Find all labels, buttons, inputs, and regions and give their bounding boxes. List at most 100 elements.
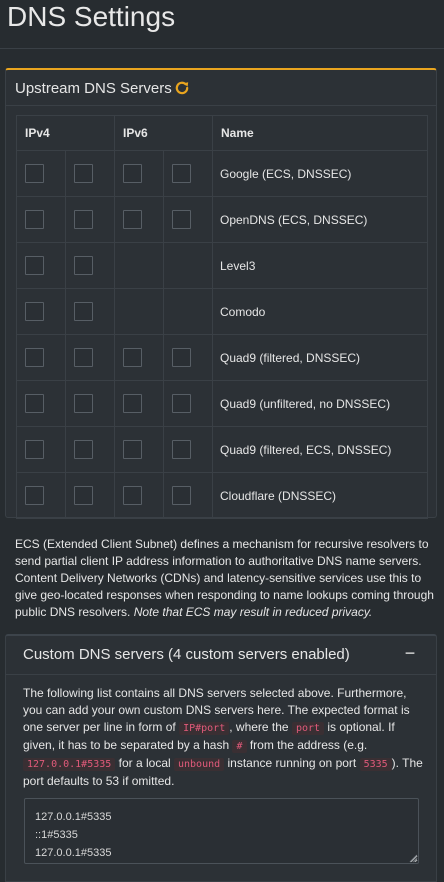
custom-dns-title[interactable]: Custom DNS servers (4 custom servers ena… — [23, 646, 350, 663]
column-header-ipv6: IPv6 — [114, 115, 213, 151]
ipv4-cell — [65, 334, 115, 381]
collapse-button[interactable]: − — [402, 643, 418, 663]
ipv6-cell — [163, 288, 213, 335]
ipv6-cell — [163, 426, 213, 473]
server-name: Cloudflare (DNSSEC) — [212, 472, 428, 519]
code-port-number: 5335 — [359, 758, 392, 771]
ipv4-checkbox[interactable] — [25, 164, 44, 183]
ipv4-cell — [16, 380, 66, 427]
ipv6-cell — [114, 288, 164, 335]
table-row: Comodo — [16, 288, 428, 335]
ipv6-checkbox[interactable] — [123, 394, 142, 413]
ipv6-checkbox[interactable] — [172, 348, 191, 367]
ipv6-cell — [114, 242, 164, 289]
table-row: Quad9 (unfiltered, no DNSSEC) — [16, 380, 428, 427]
ipv6-cell — [163, 334, 213, 381]
ipv4-checkbox[interactable] — [25, 210, 44, 229]
table-header-row: IPv4 IPv6 Name — [16, 115, 428, 151]
ipv6-checkbox[interactable] — [123, 164, 142, 183]
custom-dns-servers-textarea[interactable]: 127.0.0.1#5335 ::1#5335 127.0.0.1#5335 — [24, 798, 419, 864]
server-name: Quad9 (unfiltered, no DNSSEC) — [212, 380, 428, 427]
ipv6-cell — [114, 196, 164, 243]
upstream-servers-table: IPv4 IPv6 Name Google (ECS, DNSSEC) OpenD… — [16, 115, 428, 519]
code-port: port — [291, 722, 325, 735]
desc-text-4: from the address (e.g. — [246, 738, 368, 752]
ipv4-cell — [65, 196, 115, 243]
ipv6-checkbox[interactable] — [172, 440, 191, 459]
ecs-description: ECS (Extended Client Subnet) defines a m… — [15, 536, 437, 621]
server-name: Google (ECS, DNSSEC) — [212, 150, 428, 197]
desc-text-6: instance running on port — [224, 756, 360, 770]
ipv4-cell — [16, 472, 66, 519]
ipv4-cell — [16, 334, 66, 381]
table-row: Google (ECS, DNSSEC) — [16, 150, 428, 197]
server-name: Level3 — [212, 242, 428, 289]
desc-text-2: , where the — [229, 720, 292, 734]
column-header-name: Name — [212, 115, 428, 151]
ipv4-checkbox[interactable] — [25, 394, 44, 413]
desc-text-5: for a local — [115, 756, 174, 770]
ipv4-cell — [65, 288, 115, 335]
ipv6-checkbox[interactable] — [172, 486, 191, 505]
custom-box-divider — [6, 674, 436, 675]
ipv4-checkbox[interactable] — [74, 348, 93, 367]
ipv6-cell — [163, 150, 213, 197]
ipv6-cell — [114, 380, 164, 427]
ipv4-cell — [65, 242, 115, 289]
ecs-privacy-note: Note that ECS may result in reduced priv… — [133, 605, 373, 619]
ipv4-checkbox[interactable] — [74, 440, 93, 459]
ipv6-checkbox[interactable] — [123, 210, 142, 229]
column-header-ipv4: IPv4 — [16, 115, 115, 151]
upstream-dns-title: Upstream DNS Servers — [15, 80, 172, 97]
page-title: DNS Settings — [7, 1, 176, 32]
table-row: OpenDNS (ECS, DNSSEC) — [16, 196, 428, 243]
table-row: Level3 — [16, 242, 428, 289]
code-unbound: unbound — [174, 758, 225, 771]
server-name: Comodo — [212, 288, 428, 335]
ipv6-checkbox[interactable] — [123, 440, 142, 459]
ipv4-cell — [65, 426, 115, 473]
ipv6-cell — [114, 426, 164, 473]
resize-handle-icon[interactable] — [409, 854, 418, 863]
server-name: OpenDNS (ECS, DNSSEC) — [212, 196, 428, 243]
ipv6-cell — [114, 472, 164, 519]
ipv6-checkbox[interactable] — [172, 164, 191, 183]
ipv4-cell — [65, 380, 115, 427]
ipv6-cell — [114, 334, 164, 381]
ipv6-checkbox[interactable] — [172, 394, 191, 413]
server-name: Quad9 (filtered, DNSSEC) — [212, 334, 428, 381]
ipv6-cell — [163, 196, 213, 243]
custom-dns-box: Custom DNS servers (4 custom servers ena… — [5, 634, 437, 882]
custom-dns-description: The following list contains all DNS serv… — [23, 685, 427, 790]
title-divider — [0, 48, 444, 49]
server-name: Quad9 (filtered, ECS, DNSSEC) — [212, 426, 428, 473]
table-row: Quad9 (filtered, DNSSEC) — [16, 334, 428, 381]
box-header-divider — [6, 105, 436, 106]
ipv4-cell — [16, 196, 66, 243]
ipv6-cell — [163, 242, 213, 289]
ipv4-cell — [16, 242, 66, 289]
ipv6-checkbox[interactable] — [172, 210, 191, 229]
ipv4-checkbox[interactable] — [74, 302, 93, 321]
upstream-dns-box: Upstream DNS Servers IPv4 IPv6 Name Goog… — [5, 68, 437, 519]
ipv4-checkbox[interactable] — [25, 348, 44, 367]
ipv6-checkbox[interactable] — [123, 486, 142, 505]
ipv4-checkbox[interactable] — [74, 256, 93, 275]
table-row: Cloudflare (DNSSEC) — [16, 472, 428, 519]
ipv4-checkbox[interactable] — [25, 302, 44, 321]
code-hash: # — [232, 740, 247, 753]
ipv4-checkbox[interactable] — [25, 256, 44, 275]
ipv4-cell — [16, 426, 66, 473]
ipv4-checkbox[interactable] — [74, 210, 93, 229]
ipv4-cell — [65, 150, 115, 197]
ipv4-checkbox[interactable] — [74, 486, 93, 505]
ipv6-checkbox[interactable] — [123, 348, 142, 367]
ipv6-cell — [163, 380, 213, 427]
ipv6-cell — [114, 150, 164, 197]
ipv4-cell — [65, 472, 115, 519]
refresh-icon[interactable] — [173, 79, 191, 97]
ipv4-checkbox[interactable] — [74, 164, 93, 183]
ipv4-checkbox[interactable] — [25, 486, 44, 505]
ipv4-checkbox[interactable] — [25, 440, 44, 459]
ipv4-checkbox[interactable] — [74, 394, 93, 413]
